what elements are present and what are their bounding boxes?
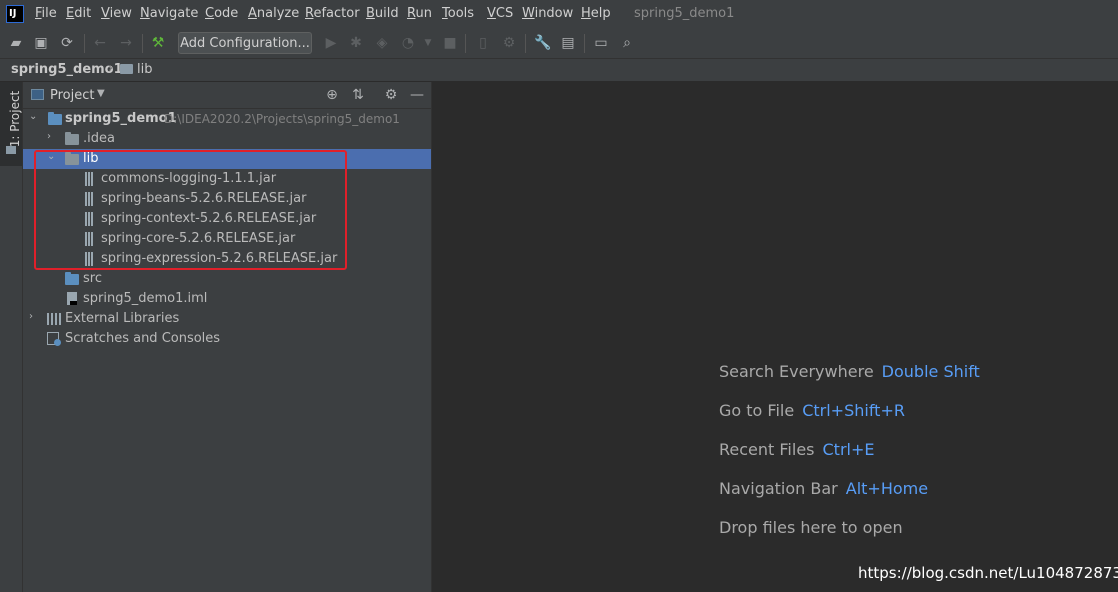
tree-row-iml[interactable]: spring5_demo1.iml	[23, 289, 431, 309]
settings-wrench-icon[interactable]: 🔧	[534, 35, 551, 51]
chevron-down-icon[interactable]: ▼	[97, 88, 105, 99]
project-tool-tab-label[interactable]: 1: Project	[8, 84, 22, 154]
hint-go-to-file: Go to File Ctrl+Shift+R	[719, 401, 905, 420]
hint-navigation-bar: Navigation Bar Alt+Home	[719, 479, 929, 498]
attach-debugger-icon[interactable]: ▯	[475, 35, 491, 51]
run-icon[interactable]: ▶	[323, 35, 339, 51]
folder-icon	[65, 132, 79, 145]
project-structure-icon[interactable]: ▤	[560, 35, 576, 51]
coverage-icon[interactable]: ◈	[374, 35, 390, 51]
locate-target-icon[interactable]: ⊕	[324, 87, 340, 103]
terminal-icon[interactable]: ▭	[593, 35, 609, 51]
folder-icon	[6, 146, 16, 154]
vcs-icon[interactable]: ⚙	[501, 35, 517, 51]
menu-navigate[interactable]: Navigate	[140, 6, 198, 21]
hide-icon[interactable]: —	[409, 87, 425, 103]
menu-bar: IJ File Edit View Navigate Code Analyze …	[0, 0, 1118, 29]
menu-file[interactable]: File	[35, 6, 57, 21]
tree-row-project-root[interactable]: ⌄ spring5_demo1 D:\IDEA2020.2\Projects\s…	[23, 109, 431, 129]
tree-row-src[interactable]: src	[23, 269, 431, 289]
chevron-right-icon[interactable]: ›	[47, 131, 51, 142]
tree-label: spring5_demo1.iml	[83, 291, 208, 306]
search-icon[interactable]: ⌕	[619, 35, 635, 51]
collapse-all-icon[interactable]: ⇅	[350, 87, 366, 103]
red-highlight-box	[34, 150, 347, 270]
tree-label: External Libraries	[65, 311, 180, 326]
forward-icon[interactable]: →	[118, 35, 134, 51]
menu-refactor[interactable]: Refactor	[305, 6, 360, 21]
tree-label: src	[83, 271, 102, 286]
breadcrumb-separator-icon: ›	[108, 61, 114, 76]
chevron-down-icon[interactable]: ⌄	[29, 111, 37, 122]
shortcut-key: Ctrl+Shift+R	[802, 401, 905, 420]
debug-icon[interactable]: ✱	[348, 35, 364, 51]
open-folder-icon[interactable]: ▰	[8, 35, 24, 51]
menu-tools[interactable]: Tools	[442, 6, 474, 21]
breadcrumb: spring5_demo1 › lib	[0, 59, 1118, 82]
tree-row-external-libraries[interactable]: › External Libraries	[23, 309, 431, 329]
tree-row-idea[interactable]: › .idea	[23, 129, 431, 149]
sync-icon[interactable]: ⟳	[59, 35, 75, 51]
chevron-down-icon[interactable]: ▼	[420, 35, 436, 51]
source-folder-icon	[65, 272, 79, 285]
breadcrumb-lib[interactable]: lib	[137, 62, 152, 77]
menu-analyze[interactable]: Analyze	[248, 6, 299, 21]
folder-icon	[120, 64, 133, 74]
build-hammer-icon[interactable]: ⚒	[150, 35, 166, 51]
shortcut-key: Ctrl+E	[822, 440, 875, 459]
menu-help[interactable]: Help	[581, 6, 611, 21]
menu-vcs[interactable]: VCS	[487, 6, 513, 21]
tree-label: Scratches and Consoles	[65, 331, 221, 346]
menu-build[interactable]: Build	[366, 6, 399, 21]
tree-label: .idea	[83, 131, 115, 146]
menu-view[interactable]: View	[101, 6, 132, 21]
gear-icon[interactable]: ⚙	[383, 87, 399, 103]
toolbar: ▰ ▣ ⟳ ← → ⚒ Add Configuration... ▶ ✱ ◈ ◔…	[0, 29, 1118, 59]
back-icon[interactable]: ←	[92, 35, 108, 51]
project-view-selector[interactable]: Project	[50, 88, 94, 103]
tree-label: spring5_demo1	[65, 111, 177, 126]
add-configuration-button[interactable]: Add Configuration...	[178, 32, 312, 54]
window-title: spring5_demo1	[634, 6, 735, 21]
stop-icon[interactable]: ■	[442, 35, 458, 51]
chevron-right-icon[interactable]: ›	[29, 311, 33, 322]
save-icon[interactable]: ▣	[33, 35, 49, 51]
intellij-logo-icon: IJ	[6, 5, 24, 23]
hint-recent-files: Recent Files Ctrl+E	[719, 440, 875, 459]
project-view-icon	[31, 89, 44, 100]
menu-code[interactable]: Code	[205, 6, 238, 21]
menu-run[interactable]: Run	[407, 6, 432, 21]
tree-row-scratches[interactable]: Scratches and Consoles	[23, 329, 431, 349]
hint-search-everywhere: Search Everywhere Double Shift	[719, 362, 980, 381]
iml-file-icon	[67, 292, 77, 305]
shortcut-key: Alt+Home	[845, 479, 929, 498]
shortcut-key: Double Shift	[881, 362, 980, 381]
scratches-icon	[47, 332, 61, 346]
library-icon	[47, 313, 61, 325]
watermark: https://blog.csdn.net/Lu1048728731	[858, 564, 1118, 582]
breadcrumb-project[interactable]: spring5_demo1	[11, 62, 123, 77]
menu-window[interactable]: Window	[522, 6, 573, 21]
module-folder-icon	[48, 112, 62, 125]
menu-edit[interactable]: Edit	[66, 6, 91, 21]
tree-path: D:\IDEA2020.2\Projects\spring5_demo1	[164, 112, 400, 126]
profile-icon[interactable]: ◔	[400, 35, 416, 51]
hint-drop-files: Drop files here to open	[719, 518, 903, 537]
